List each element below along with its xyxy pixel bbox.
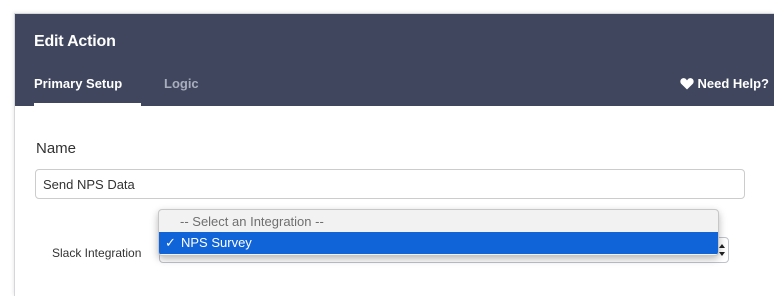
dialog-title: Edit Action [34,33,116,50]
tab-primary-setup[interactable]: Primary Setup [34,76,122,91]
edit-action-dialog: Edit Action Primary Setup Logic Need Hel… [14,13,774,296]
integration-dropdown-menu: -- Select an Integration -- ✓ NPS Survey [158,209,719,256]
slack-integration-label: Slack Integration [52,246,142,260]
dropdown-option-placeholder[interactable]: -- Select an Integration -- [159,212,718,232]
checkmark-icon: ✓ [165,235,176,250]
select-arrows-icon [718,242,726,258]
heart-icon [680,77,695,90]
dropdown-option-label: NPS Survey [181,235,252,250]
tab-logic[interactable]: Logic [164,76,199,91]
need-help-label: Need Help? [697,76,769,91]
need-help-link[interactable]: Need Help? [680,76,769,91]
name-field[interactable] [35,169,745,199]
dropdown-option-nps-survey[interactable]: ✓ NPS Survey [159,232,718,254]
dialog-header: Edit Action Primary Setup Logic Need Hel… [15,14,774,106]
name-label: Name [36,140,77,157]
active-tab-indicator [34,103,141,106]
